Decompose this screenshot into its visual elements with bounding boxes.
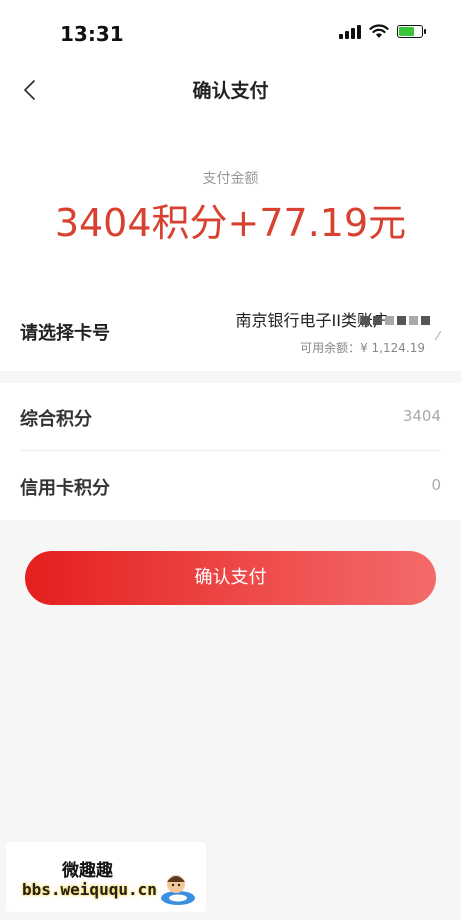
masked-card-number <box>361 313 431 327</box>
card-selector-row[interactable]: 请选择卡号 南京银行电子II类账户 可用余额：¥ 1,124.19 ⁄ <box>0 295 461 371</box>
section-divider <box>0 371 461 383</box>
amount-label: 支付金额 <box>202 171 259 187</box>
status-icons <box>339 24 426 39</box>
status-time: 13:31 <box>60 22 124 46</box>
watermark-title: 微趣趣 <box>62 861 113 881</box>
watermark-url: bbs.weiququ.cn <box>22 880 157 899</box>
cellular-signal-icon <box>339 24 361 39</box>
confirm-payment-button[interactable]: 确认支付 <box>25 551 436 605</box>
watermark: 微趣趣 bbs.weiququ.cn <box>6 842 206 912</box>
wifi-icon <box>369 24 389 38</box>
points-value: 0 <box>431 476 441 494</box>
card-selector-label: 请选择卡号 <box>20 323 110 344</box>
row-divider <box>20 450 441 451</box>
available-balance: 可用余额：¥ 1,124.19 <box>300 341 425 355</box>
mascot-icon <box>161 875 195 905</box>
points-row-credit-card: 信用卡积分 0 <box>0 452 461 520</box>
battery-charging-icon <box>397 25 426 38</box>
points-label: 信用卡积分 <box>20 478 110 499</box>
page-title: 确认支付 <box>192 80 269 102</box>
points-value: 3404 <box>402 407 441 425</box>
navigation-bar: 确认支付 <box>0 66 461 114</box>
chevron-right-icon: ⁄ <box>436 329 439 343</box>
payment-amount: 3404积分+77.19元 <box>54 201 407 245</box>
points-label: 综合积分 <box>20 409 92 430</box>
points-row-general: 综合积分 3404 <box>0 383 461 451</box>
status-bar: 13:31 <box>0 0 461 66</box>
